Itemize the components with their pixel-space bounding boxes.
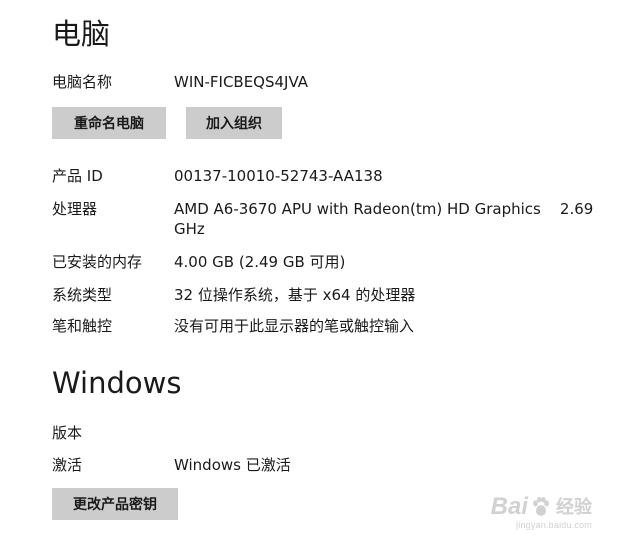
spec-label: 产品 ID <box>52 167 103 185</box>
spec-label: 已安装的内存 <box>52 253 143 271</box>
pc-name-row: 电脑名称 WIN-FICBEQS4JVA <box>52 72 604 92</box>
spec-row-processor: 处理器 AMD A6-3670 APU with Radeon(tm) HD G… <box>52 199 604 239</box>
watermark-brand-suffix: 经验 <box>556 497 592 517</box>
spec-value: 32 位操作系统，基于 x64 的处理器 <box>174 286 416 304</box>
pc-name-label: 电脑名称 <box>52 73 113 91</box>
spec-row-product-id: 产品 ID 00137-10010-52743-AA138 <box>52 166 604 186</box>
spec-row-memory: 已安装的内存 4.00 GB (2.49 GB 可用) <box>52 252 604 272</box>
spec-value: 00137-10010-52743-AA138 <box>174 167 383 185</box>
spec-value: AMD A6-3670 APU with Radeon(tm) HD Graph… <box>174 200 599 238</box>
join-organization-button[interactable]: 加入组织 <box>186 107 282 139</box>
spec-label: 笔和触控 <box>52 317 113 335</box>
edition-value <box>174 423 604 443</box>
spec-label: 处理器 <box>52 200 98 218</box>
spec-label: 系统类型 <box>52 286 113 304</box>
activation-label: 激活 <box>52 456 83 474</box>
spec-value: 4.00 GB (2.49 GB 可用) <box>174 253 346 271</box>
pc-section-title: 电脑 <box>52 17 111 51</box>
watermark-brand-prefix: Bai <box>490 493 528 520</box>
activation-row: 激活 Windows 已激活 <box>52 455 604 475</box>
spec-row-pen-touch: 笔和触控 没有可用于此显示器的笔或触控输入 <box>52 316 604 336</box>
pc-name-value: WIN-FICBEQS4JVA <box>174 73 309 91</box>
edition-row: 版本 <box>52 423 604 443</box>
activation-status: Windows 已激活 <box>174 456 291 474</box>
spec-value: 没有可用于此显示器的笔或触控输入 <box>174 317 415 335</box>
edition-label: 版本 <box>52 424 83 442</box>
spec-row-system-type: 系统类型 32 位操作系统，基于 x64 的处理器 <box>52 285 604 305</box>
rename-pc-button[interactable]: 重命名电脑 <box>52 107 166 139</box>
system-info-page: 电脑 电脑名称 WIN-FICBEQS4JVA 重命名电脑 加入组织 产品 ID… <box>0 0 620 552</box>
paw-logo-icon <box>533 496 549 516</box>
baidu-jingyan-watermark: Bai 经验 jingyan.baidu.com <box>490 493 592 531</box>
change-product-key-button[interactable]: 更改产品密钥 <box>52 488 178 520</box>
watermark-url: jingyan.baidu.com <box>516 520 592 530</box>
windows-section-title: Windows <box>52 366 182 400</box>
